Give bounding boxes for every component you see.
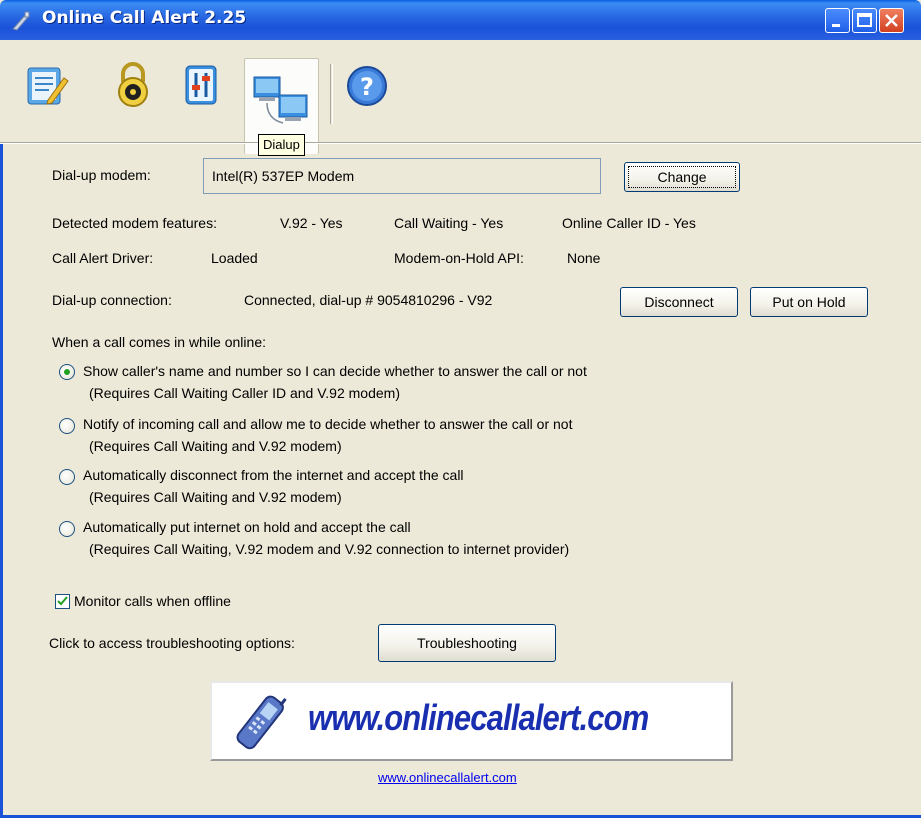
modem-field: Intel(R) 537EP Modem (203, 158, 601, 194)
driver-label: Call Alert Driver: (52, 250, 154, 266)
option-show-caller-note: (Requires Call Waiting Caller ID and V.9… (89, 385, 400, 401)
toolbar-button-help[interactable]: ? (342, 60, 392, 110)
connection-status: Connected, dial-up # 9054810296 - V92 (244, 292, 493, 308)
close-icon (885, 14, 898, 27)
modem-label: Dial-up modem: (52, 167, 151, 183)
app-logo-icon (12, 11, 30, 31)
connection-label: Dial-up connection: (52, 292, 172, 308)
option-notify-label[interactable]: Notify of incoming call and allow me to … (83, 416, 572, 432)
mobile-phone-icon (236, 695, 287, 750)
option-disconnect-label[interactable]: Automatically disconnect from the intern… (83, 467, 464, 483)
settings-icon (185, 65, 217, 105)
toolbar-divider (330, 64, 333, 124)
put-on-hold-button[interactable]: Put on Hold (750, 287, 868, 317)
toolbar: ? (0, 40, 921, 154)
driver-status: Loaded (211, 250, 258, 266)
toolbar-button-settings[interactable] (178, 60, 228, 110)
minimize-button[interactable] (825, 8, 850, 33)
website-link[interactable]: www.onlinecallalert.com (378, 770, 517, 785)
lock-icon (118, 62, 148, 107)
monitor-offline-label[interactable]: Monitor calls when offline (74, 593, 231, 609)
disconnect-button[interactable]: Disconnect (620, 287, 738, 317)
option-disconnect-note: (Requires Call Waiting and V.92 modem) (89, 489, 342, 505)
feature-caller-id: Online Caller ID - Yes (562, 215, 696, 231)
radio-selected-dot (64, 369, 70, 375)
option-show-caller-label[interactable]: Show caller's name and number so I can d… (83, 363, 587, 379)
moh-label: Modem-on-Hold API: (394, 250, 524, 266)
notes-icon (27, 67, 69, 105)
toolbar-button-security[interactable] (108, 60, 158, 110)
radio-disconnect[interactable] (59, 469, 75, 485)
radio-notify[interactable] (59, 418, 75, 434)
monitor-offline-checkbox[interactable] (55, 594, 70, 609)
svg-text:?: ? (360, 73, 374, 101)
maximize-button[interactable] (852, 8, 877, 33)
help-icon: ? (347, 66, 387, 106)
minimize-icon (832, 24, 840, 27)
feature-call-waiting: Call Waiting - Yes (394, 215, 504, 231)
option-hold-note: (Requires Call Waiting, V.92 modem and V… (89, 541, 570, 557)
toolbar-button-notes[interactable] (22, 60, 72, 110)
checkmark-icon (57, 596, 68, 606)
close-button[interactable] (879, 8, 904, 33)
banner-text: www.onlinecallalert.com (308, 697, 649, 738)
focus-ring (628, 166, 736, 188)
dialup-icon (253, 76, 308, 124)
radio-hold[interactable] (59, 521, 75, 537)
moh-status: None (567, 250, 601, 266)
troubleshooting-button[interactable]: Troubleshooting (378, 624, 556, 662)
maximize-icon (857, 13, 872, 27)
option-notify-note: (Requires Call Waiting and V.92 modem) (89, 438, 342, 454)
window-left-border (0, 40, 3, 818)
toolbar-separator (0, 142, 921, 144)
troubleshooting-label: Click to access troubleshooting options: (49, 635, 295, 651)
features-label: Detected modem features: (52, 215, 217, 231)
title-bar[interactable]: Online Call Alert 2.25 (0, 0, 921, 40)
window-title: Online Call Alert 2.25 (42, 8, 247, 28)
website-banner[interactable]: www.onlinecallalert.com (210, 681, 733, 761)
options-heading: When a call comes in while online: (52, 334, 266, 350)
change-button[interactable]: Change (624, 162, 740, 192)
option-hold-label[interactable]: Automatically put internet on hold and a… (83, 519, 411, 535)
tooltip: Dialup (258, 134, 305, 156)
feature-v92: V.92 - Yes (280, 215, 343, 231)
radio-show-caller[interactable] (59, 364, 75, 380)
